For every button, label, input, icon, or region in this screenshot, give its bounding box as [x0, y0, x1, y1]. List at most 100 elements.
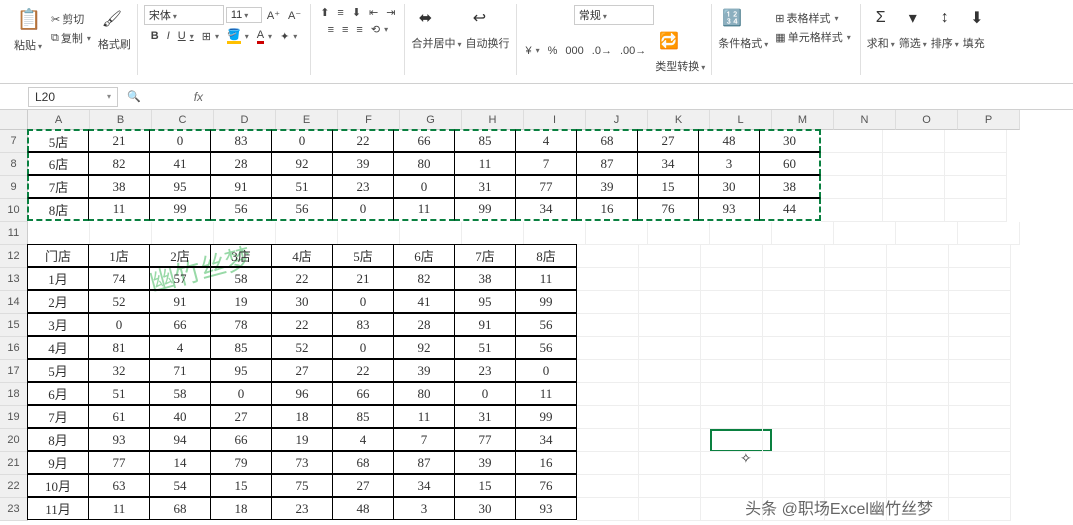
cell-F7[interactable]: 22 — [332, 129, 394, 152]
cells-area[interactable]: 幽竹丝梦 ✧ 5店2108302266854682748306店82412892… — [28, 130, 1020, 521]
cell-N20[interactable] — [825, 429, 887, 452]
row-header-14[interactable]: 14 — [0, 291, 28, 314]
cell-A23[interactable]: 11月 — [27, 497, 89, 520]
col-header-C[interactable]: C — [152, 110, 214, 130]
cell-F23[interactable]: 48 — [332, 497, 394, 520]
cell-A19[interactable]: 7月 — [27, 405, 89, 428]
cell-P17[interactable] — [949, 360, 1011, 383]
cell-D16[interactable]: 85 — [210, 336, 272, 359]
cell-G11[interactable] — [400, 222, 462, 245]
cell-I10[interactable]: 34 — [515, 198, 577, 221]
merge-center-button[interactable]: ⬌ 合并居中 — [411, 4, 461, 51]
cell-L19[interactable] — [701, 406, 763, 429]
paste-button[interactable]: 📋 粘贴 — [14, 4, 44, 53]
row-header-22[interactable]: 22 — [0, 475, 28, 498]
name-box[interactable]: L20▾ — [28, 87, 118, 107]
cell-A17[interactable]: 5月 — [27, 359, 89, 382]
cell-O19[interactable] — [887, 406, 949, 429]
cell-E12[interactable]: 4店 — [271, 244, 333, 267]
cell-O9[interactable] — [883, 176, 945, 199]
cell-L14[interactable] — [701, 291, 763, 314]
cell-I22[interactable]: 76 — [515, 474, 577, 497]
cell-J9[interactable]: 39 — [576, 175, 638, 198]
row-header-20[interactable]: 20 — [0, 429, 28, 452]
cell-C18[interactable]: 58 — [149, 382, 211, 405]
cell-E23[interactable]: 23 — [271, 497, 333, 520]
cell-C12[interactable]: 2店 — [149, 244, 211, 267]
cell-B20[interactable]: 93 — [88, 428, 150, 451]
cell-P12[interactable] — [949, 245, 1011, 268]
cell-D14[interactable]: 19 — [210, 290, 272, 313]
col-header-J[interactable]: J — [586, 110, 648, 130]
decrease-font-button[interactable]: A⁻ — [285, 8, 304, 23]
cell-D9[interactable]: 91 — [210, 175, 272, 198]
cell-I7[interactable]: 4 — [515, 129, 577, 152]
fx-icon[interactable]: fx — [194, 90, 203, 104]
cell-I8[interactable]: 7 — [515, 152, 577, 175]
cell-C10[interactable]: 99 — [149, 198, 211, 221]
cell-F17[interactable]: 22 — [332, 359, 394, 382]
cell-A20[interactable]: 8月 — [27, 428, 89, 451]
font-color-button[interactable]: A — [254, 28, 275, 45]
align-right-button[interactable]: ≡ — [353, 23, 365, 37]
fill-button[interactable]: ⬇ 填充 — [963, 4, 991, 51]
cell-L7[interactable]: 48 — [698, 129, 760, 152]
fill-color-button[interactable]: 🪣 — [224, 27, 252, 45]
cell-M18[interactable] — [763, 383, 825, 406]
cell-E17[interactable]: 27 — [271, 359, 333, 382]
cell-J8[interactable]: 87 — [576, 152, 638, 175]
cell-B9[interactable]: 38 — [88, 175, 150, 198]
decrease-decimal-button[interactable]: .00→ — [617, 44, 649, 58]
cell-N10[interactable] — [821, 199, 883, 222]
cell-C7[interactable]: 0 — [149, 129, 211, 152]
cell-I16[interactable]: 56 — [515, 336, 577, 359]
row-header-18[interactable]: 18 — [0, 383, 28, 406]
cell-K8[interactable]: 34 — [637, 152, 699, 175]
search-icon[interactable]: 🔍 — [124, 89, 144, 104]
cell-G22[interactable]: 34 — [393, 474, 455, 497]
cell-C15[interactable]: 66 — [149, 313, 211, 336]
col-header-F[interactable]: F — [338, 110, 400, 130]
cell-J13[interactable] — [577, 268, 639, 291]
align-bottom-button[interactable]: ⬇ — [349, 5, 364, 20]
cell-N12[interactable] — [825, 245, 887, 268]
cell-H22[interactable]: 15 — [454, 474, 516, 497]
cell-H15[interactable]: 91 — [454, 313, 516, 336]
cell-D22[interactable]: 15 — [210, 474, 272, 497]
cell-M7[interactable]: 30 — [759, 129, 821, 152]
cell-M21[interactable] — [763, 452, 825, 475]
cell-I19[interactable]: 99 — [515, 405, 577, 428]
cell-F21[interactable]: 68 — [332, 451, 394, 474]
cell-N9[interactable] — [821, 176, 883, 199]
cell-D10[interactable]: 56 — [210, 198, 272, 221]
cell-D11[interactable] — [214, 222, 276, 245]
cell-E19[interactable]: 18 — [271, 405, 333, 428]
cell-N7[interactable] — [821, 130, 883, 153]
col-header-A[interactable]: A — [28, 110, 90, 130]
filter-button[interactable]: ▾ 筛选 — [899, 4, 927, 51]
cell-J15[interactable] — [577, 314, 639, 337]
row-header-16[interactable]: 16 — [0, 337, 28, 360]
cell-D18[interactable]: 0 — [210, 382, 272, 405]
cell-G9[interactable]: 0 — [393, 175, 455, 198]
cell-G18[interactable]: 80 — [393, 382, 455, 405]
cell-G14[interactable]: 41 — [393, 290, 455, 313]
cell-A10[interactable]: 8店 — [27, 198, 89, 221]
cell-C9[interactable]: 95 — [149, 175, 211, 198]
formula-input[interactable] — [209, 88, 1073, 106]
cell-C22[interactable]: 54 — [149, 474, 211, 497]
cell-K19[interactable] — [639, 406, 701, 429]
cell-F13[interactable]: 21 — [332, 267, 394, 290]
cell-G19[interactable]: 11 — [393, 405, 455, 428]
cell-G15[interactable]: 28 — [393, 313, 455, 336]
cell-C21[interactable]: 14 — [149, 451, 211, 474]
cell-P13[interactable] — [949, 268, 1011, 291]
align-center-button[interactable]: ≡ — [339, 23, 351, 37]
cell-G17[interactable]: 39 — [393, 359, 455, 382]
cell-F22[interactable]: 27 — [332, 474, 394, 497]
cell-K14[interactable] — [639, 291, 701, 314]
phonetic-button[interactable]: ✦ — [277, 29, 300, 44]
cell-L9[interactable]: 30 — [698, 175, 760, 198]
row-header-10[interactable]: 10 — [0, 199, 28, 222]
cell-L8[interactable]: 3 — [698, 152, 760, 175]
